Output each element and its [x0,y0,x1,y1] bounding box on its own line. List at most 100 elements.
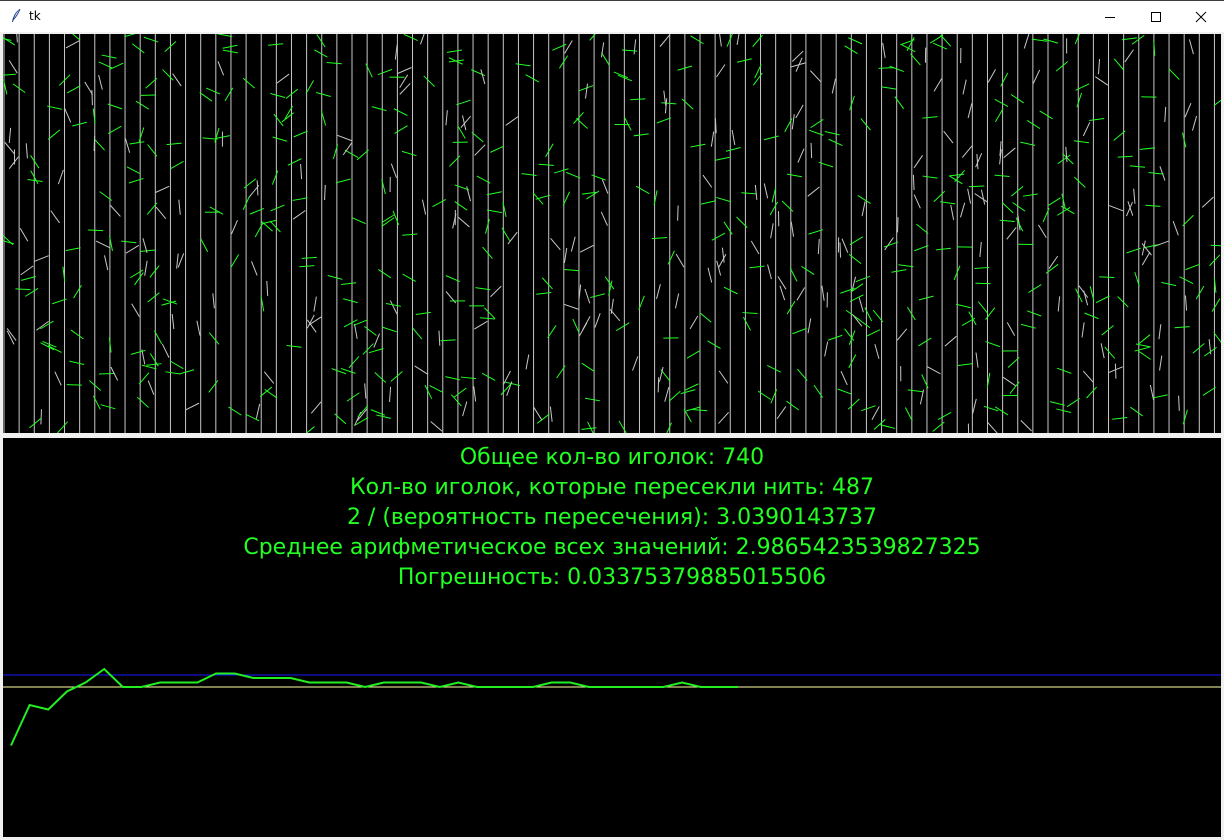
needle [707,267,713,283]
needle [1056,408,1072,413]
needle [711,232,726,241]
maximize-button[interactable] [1133,1,1179,32]
needle [453,387,467,398]
needle [1185,263,1200,271]
needle [20,265,34,276]
needle [1020,420,1032,432]
needle [1145,204,1161,207]
needle [1112,416,1128,420]
needle [1137,350,1151,360]
needle [69,360,85,365]
needle [707,340,721,349]
needle [170,160,184,170]
needle [791,114,795,130]
needle [589,34,596,41]
needle [944,335,957,347]
needle [364,383,367,399]
needle [1152,394,1168,399]
needle [933,42,948,50]
needle [479,317,495,320]
needle [723,221,733,235]
needle [742,312,758,315]
needle [1191,115,1198,131]
needle [680,389,696,395]
needle [424,384,433,399]
needle [1168,68,1180,80]
needle [618,420,627,433]
needle [480,69,486,85]
needle [16,34,18,43]
needle [354,323,358,339]
needle [987,69,997,83]
needle [566,171,581,179]
needle [878,67,894,69]
needle [570,236,576,252]
needle [377,68,393,76]
needle [301,256,317,259]
needle [1192,343,1205,354]
needle [376,414,392,419]
needle [664,98,668,114]
needle [373,333,380,348]
needle [342,298,358,304]
needle [795,104,804,119]
needle [348,356,360,369]
needle [474,320,488,330]
needle [21,276,36,281]
title-bar[interactable]: tk [0,0,1224,32]
needle [994,174,1010,178]
needle [723,286,738,295]
needle [222,49,238,54]
needle [904,407,913,422]
needle [841,238,849,253]
needle [506,381,513,396]
needle [677,205,679,221]
needle [692,409,708,412]
needle [849,294,864,303]
needle [1100,343,1105,359]
needle [922,116,938,119]
needle [326,62,342,65]
needle [270,204,285,212]
needle [1074,176,1086,188]
needle [1139,147,1155,150]
needle [135,100,150,110]
needle [172,73,182,87]
minimize-button[interactable] [1087,1,1133,32]
needle [1022,193,1038,197]
needle [716,260,722,276]
needle [141,364,157,370]
needle [855,275,871,283]
needle [490,145,505,153]
needle [402,273,416,282]
needle [162,69,174,81]
needle [897,217,899,233]
needle [578,85,594,92]
needle [507,231,518,245]
needle [579,244,594,253]
needle [126,166,141,175]
needle [821,285,825,301]
needle [935,247,952,251]
needle [293,130,308,138]
needle [779,285,786,301]
needle [763,183,769,199]
needle [961,145,973,158]
needle [286,344,302,348]
needle [3,73,16,76]
needle [538,163,554,166]
needle [268,43,284,46]
close-button[interactable] [1178,1,1224,32]
needle [871,406,880,420]
convergence-graph [3,667,1221,746]
needle [898,264,914,268]
needle [550,237,561,251]
needle [208,380,219,393]
needle [485,218,490,234]
needle [690,143,706,148]
window-title: tk [29,9,41,23]
needle [64,108,72,123]
needle [490,285,502,298]
needle [769,201,779,216]
needle [131,303,140,317]
